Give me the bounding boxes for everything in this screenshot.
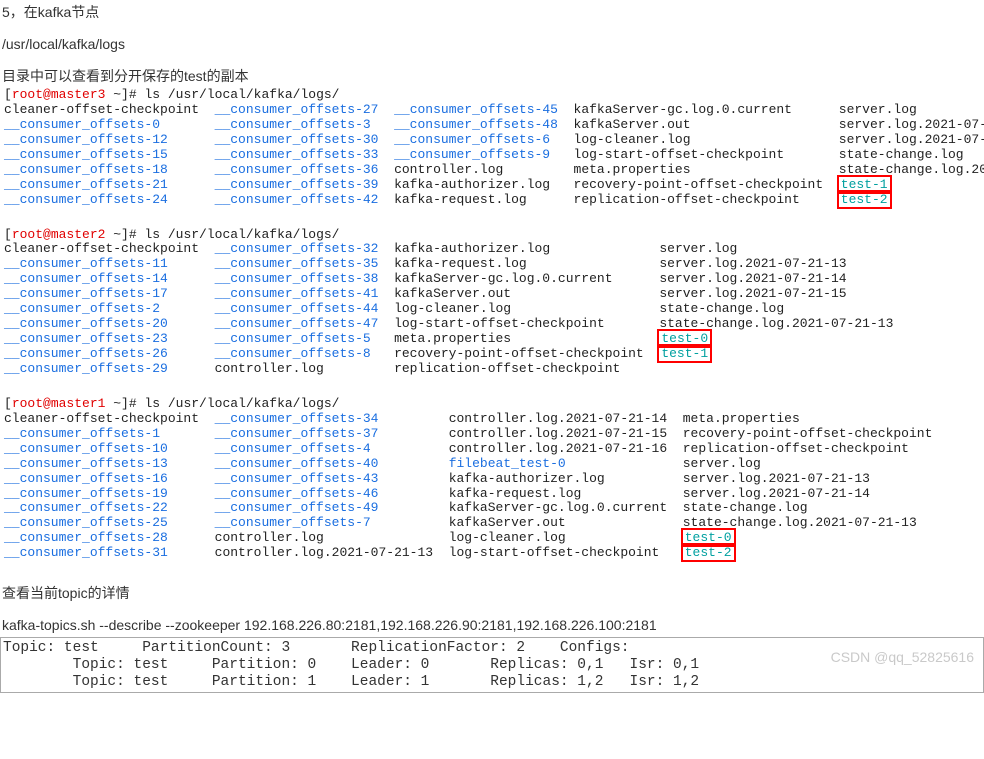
terminal-master2: [root@master2 ~]# ls /usr/local/kafka/lo…	[0, 228, 984, 377]
doc-line-1: 5，在kafka节点	[0, 0, 984, 24]
highlight-test-2-m1: test-2	[681, 543, 736, 562]
terminal-master1: [root@master1 ~]# ls /usr/local/kafka/lo…	[0, 397, 984, 561]
watermark: CSDN @qq_52825616	[831, 649, 974, 665]
doc-line-4: 查看当前topic的详情	[0, 581, 984, 605]
highlight-test-2-m3: test-2	[837, 190, 892, 209]
doc-line-3: 目录中可以查看到分开保存的test的副本	[0, 64, 984, 88]
terminal-master3: [root@master3 ~]# ls /usr/local/kafka/lo…	[0, 88, 984, 208]
highlight-test-1-m2: test-1	[657, 344, 712, 363]
doc-line-5: kafka-topics.sh --describe --zookeeper 1…	[0, 615, 984, 635]
doc-line-2: /usr/local/kafka/logs	[0, 34, 984, 54]
